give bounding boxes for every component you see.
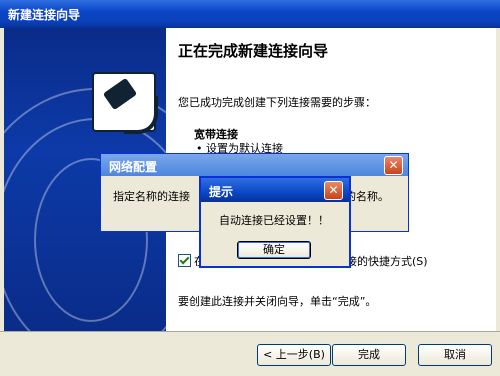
shortcut-label: 接的快捷方式(S) (346, 255, 428, 268)
shortcut-checkbox[interactable] (178, 254, 191, 267)
dialog-title: 提示 (209, 185, 234, 199)
network-cable-icon (92, 72, 158, 134)
back-button[interactable]: < 上一步(B) (257, 344, 331, 366)
dialog-title-bar[interactable]: 网络配置 (101, 154, 408, 176)
wizard-intro: 您已成功完成创建下列连接需要的步骤： (178, 96, 376, 109)
wizard-heading: 正在完成新建连接向导 (178, 42, 329, 60)
config-message-right: 的名称。 (345, 190, 389, 203)
window-title: 新建连接向导 (8, 8, 81, 22)
title-bar[interactable]: 新建连接向导 (0, 0, 500, 28)
close-icon[interactable]: ✕ (384, 156, 403, 175)
prompt-dialog: 提示 ✕ 自动连接已经设置！！ 确定 (199, 176, 351, 268)
finish-button[interactable]: 完成 (332, 344, 406, 366)
cancel-button[interactable]: 取消 (418, 344, 492, 366)
finish-hint: 要创建此连接并关闭向导，单击“完成”。 (178, 295, 377, 308)
config-message-left: 指定名称的连接 (113, 190, 190, 203)
ok-button[interactable]: 确定 (237, 241, 311, 259)
close-icon[interactable]: ✕ (324, 181, 343, 200)
prompt-message: 自动连接已经设置！！ (219, 214, 329, 227)
button-bar: < 上一步(B) 完成 取消 (0, 331, 500, 376)
dialog-title: 网络配置 (109, 160, 158, 174)
